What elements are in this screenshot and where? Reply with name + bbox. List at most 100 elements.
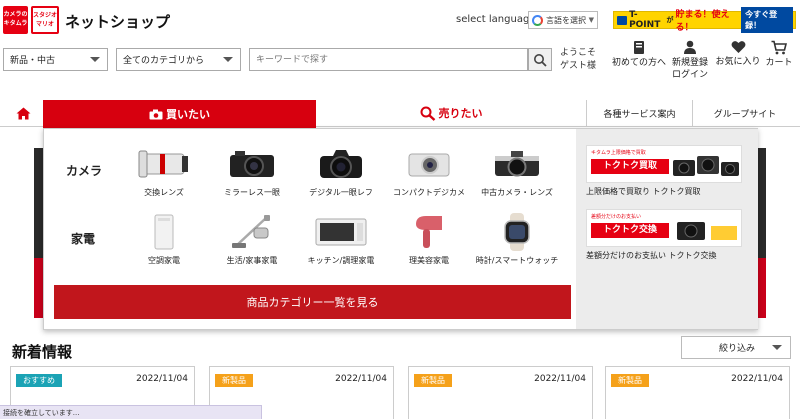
tpoint-slogan: 貯まる！使える！ [675, 10, 730, 33]
hair-dryer-icon [416, 216, 442, 248]
category-mirrorless[interactable]: ミラーレス一眼 [209, 145, 295, 198]
news-badge: 新製品 [611, 374, 649, 387]
first-time-link[interactable]: 初めての方へ [611, 40, 667, 69]
tab-sell-label: 売りたい [438, 107, 483, 120]
category-kitchen[interactable]: キッチン/調理家電 [298, 213, 384, 266]
camera-icon [149, 109, 163, 119]
first-time-label: 初めての方へ [611, 58, 666, 68]
tpoint-ga: が [666, 16, 674, 24]
lens-icon [138, 150, 188, 178]
category-watch-label: 時計/スマートウォッチ [475, 256, 559, 265]
category-watch[interactable]: 時計/スマートウォッチ [474, 213, 560, 266]
tab-group-sites-label: グループサイト [713, 109, 777, 120]
promo-panel: キタムラ上限価格で買取 トクトク買取 上限価格で買取り トクトク買取 差額分だけ… [576, 129, 758, 329]
browser-status-bar: 接続を確立しています... [0, 405, 262, 419]
tab-group-sites[interactable]: グループサイト [692, 100, 797, 126]
shop-title[interactable]: ネットショップ [65, 11, 170, 32]
vacuum-cleaner-icon [232, 215, 270, 248]
tab-sell[interactable]: 売りたい [316, 100, 586, 126]
news-card[interactable]: 新製品 2022/11/04 [408, 366, 593, 419]
microwave-icon [315, 218, 367, 246]
news-filter-select[interactable]: 絞り込み [681, 336, 791, 359]
news-badge: 新製品 [414, 374, 452, 387]
camera-trade-icon [677, 222, 737, 240]
category-compact-label: コンパクトデジカメ [393, 188, 465, 197]
register-label: 新規登録 [671, 58, 708, 68]
tab-buy-label: 買いたい [166, 108, 210, 121]
home-icon [16, 107, 30, 119]
search-icon [420, 106, 435, 121]
tpoint-register-button[interactable]: 今すぐ登録！ [741, 7, 793, 33]
news-badge: おすすめ [16, 374, 62, 387]
condition-select[interactable]: 新品・中古 [3, 48, 108, 71]
promo1-sub: キタムラ上限価格で買取 [591, 150, 646, 156]
used-camera-icon [495, 151, 539, 177]
category-lens[interactable]: 交換レンズ [121, 145, 207, 198]
tpoint-card-icon [617, 15, 628, 25]
promo-tokutoku-koukan-banner[interactable]: 差額分だけのお支払い トクトク交換 [586, 209, 742, 247]
tab-services[interactable]: 各種サービス案内 [586, 100, 692, 126]
register-login-link[interactable]: 新規登録 ログイン [668, 40, 712, 81]
tab-buy[interactable]: 買いたい [43, 100, 316, 128]
login-label: ログイン [671, 70, 708, 80]
camera-category-label: カメラ [66, 164, 103, 178]
promo1-title: トクトク買取 [591, 159, 669, 174]
heart-icon [731, 41, 745, 53]
chevron-down-icon: ▼ [588, 16, 594, 24]
google-translate-icon [532, 14, 543, 26]
dslr-camera-icon [320, 150, 362, 178]
kitamura-logo-text: カメラの キタムラ [3, 11, 28, 27]
tpoint-label: T-POINT [629, 10, 661, 30]
category-dslr[interactable]: デジタル一眼レフ [298, 145, 384, 198]
category-select[interactable]: 全てのカテゴリから [116, 48, 241, 71]
chevron-down-icon [772, 345, 782, 350]
chevron-down-icon [90, 57, 100, 62]
search-button[interactable] [528, 48, 552, 71]
category-beauty[interactable]: 理美容家電 [386, 213, 472, 266]
category-air[interactable]: 空調家電 [121, 213, 207, 266]
promo2-sub: 差額分だけのお支払い [591, 214, 642, 220]
tpoint-banner[interactable]: T-POINT が 貯まる！使える！ 今すぐ登録！ [613, 7, 796, 33]
kitamura-logo[interactable]: カメラの キタムラ [3, 6, 28, 34]
category-lens-label: 交換レンズ [144, 188, 184, 197]
category-used-camera[interactable]: 中古カメラ・レンズ [474, 145, 560, 198]
category-dslr-label: デジタル一眼レフ [309, 188, 373, 197]
news-date: 2022/11/04 [136, 374, 188, 384]
nav-home[interactable] [3, 100, 43, 126]
cart-link[interactable]: カート [763, 40, 795, 69]
promo2-link[interactable]: 差額分だけのお支払い トクトク交換 [586, 250, 717, 261]
air-purifier-icon [154, 214, 174, 250]
category-used-camera-label: 中古カメラ・レンズ [481, 188, 553, 197]
welcome-line1: ようこそ [560, 48, 597, 58]
cart-label: カート [765, 58, 793, 68]
user-icon [684, 40, 696, 54]
buy-mega-menu: カメラ 家電 交換レンズ ミラーレス一眼 デジタル一眼レフ コンパクトデジカメ … [43, 128, 758, 330]
language-select[interactable]: 言語を選択 ▼ [528, 11, 598, 29]
search-icon [534, 53, 547, 67]
cart-icon [771, 40, 787, 55]
compact-camera-icon [408, 153, 450, 177]
category-air-label: 空調家電 [148, 256, 180, 265]
studio-mario-logo[interactable]: スタジオ マリオ [31, 6, 59, 34]
news-title: 新着情報 [12, 343, 73, 361]
category-mirrorless-label: ミラーレス一眼 [224, 188, 280, 197]
category-beauty-label: 理美容家電 [409, 256, 449, 265]
smartwatch-icon [504, 213, 530, 251]
chevron-down-icon [223, 57, 233, 62]
news-date: 2022/11/04 [731, 374, 783, 384]
promo1-link[interactable]: 上限価格で買取り トクトク買取 [586, 186, 701, 197]
category-household[interactable]: 生活/家事家電 [209, 213, 295, 266]
appliance-category-label: 家電 [71, 232, 96, 246]
category-household-label: 生活/家事家電 [226, 256, 278, 265]
news-date: 2022/11/04 [534, 374, 586, 384]
news-card[interactable]: 新製品 2022/11/04 [605, 366, 790, 419]
promo-tokutoku-kaitori-banner[interactable]: キタムラ上限価格で買取 トクトク買取 [586, 145, 742, 183]
category-compact[interactable]: コンパクトデジカメ [386, 145, 472, 198]
news-date: 2022/11/04 [335, 374, 387, 384]
tab-services-label: 各種サービス案内 [603, 109, 676, 120]
studio-mario-logo-text: スタジオ マリオ [33, 12, 58, 28]
all-categories-button[interactable]: 商品カテゴリー一覧を見る [54, 285, 571, 319]
search-input[interactable] [249, 48, 528, 71]
guide-book-icon [634, 41, 644, 54]
favorites-link[interactable]: お気に入り [715, 40, 761, 68]
